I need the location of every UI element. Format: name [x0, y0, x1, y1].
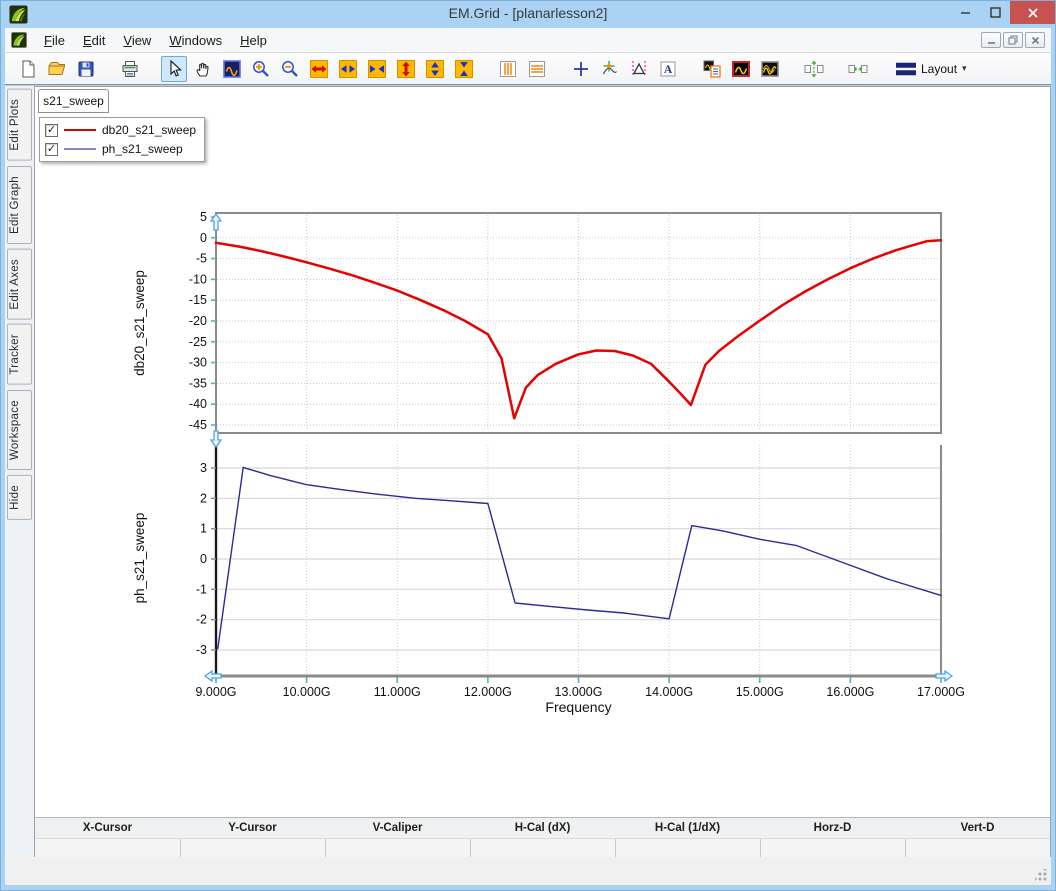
cursor-column-header: H-Cal (1/dX)	[615, 818, 760, 838]
tab-s21-sweep[interactable]: s21_sweep	[38, 89, 109, 113]
x-tick-label: 10.000G	[283, 685, 331, 699]
cursor-value-cell	[760, 839, 905, 859]
y-tick-label: -5	[196, 252, 207, 266]
x-tick-label: 17.000G	[917, 685, 965, 699]
cursor-column-header: Vert-D	[905, 818, 1050, 838]
cursor-column-header: Horz-D	[760, 818, 905, 838]
x-tick-label: 11.000G	[374, 685, 421, 699]
y-tick-label: -2	[196, 613, 207, 627]
y-tick-label: -25	[189, 335, 207, 349]
y-tick-label: -15	[189, 293, 207, 307]
y-tick-label: 2	[200, 491, 207, 505]
x-axis-handle-left[interactable]	[205, 671, 221, 681]
cursor-value-cell	[325, 839, 470, 859]
cursor-header-row: X-CursorY-CursorV-CaliperH-Cal (dX)H-Cal…	[35, 818, 1050, 838]
x-tick-label: 16.000G	[826, 685, 874, 699]
legend-row: ✓ ph_s21_sweep	[45, 142, 196, 156]
cursor-column-header: X-Cursor	[35, 818, 180, 838]
status-strip	[5, 857, 1051, 885]
y-tick-label: 1	[200, 522, 207, 536]
series-ph_s21_sweep	[218, 467, 941, 648]
cursor-value-cell	[615, 839, 760, 859]
x-tick-label: 15.000G	[736, 685, 784, 699]
legend-checkbox[interactable]: ✓	[45, 124, 58, 137]
legend-box: ✓ db20_s21_sweep ✓ ph_s21_sweep	[39, 117, 205, 162]
legend-entry-label: db20_s21_sweep	[102, 123, 196, 137]
ph-axis-title: ph_s21_sweep	[132, 513, 147, 604]
cursor-value-cell	[905, 839, 1050, 859]
y-tick-label: 0	[200, 552, 207, 566]
y-tick-label: -45	[189, 418, 207, 432]
x-tick-label: 13.000G	[555, 685, 603, 699]
y-tick-label: -40	[189, 397, 207, 411]
y-tick-label: 5	[200, 210, 207, 224]
y-tick-label: -30	[189, 356, 207, 370]
y-tick-label: -1	[196, 582, 207, 596]
legend-row: ✓ db20_s21_sweep	[45, 123, 196, 137]
x-tick-label: 9.000G	[195, 685, 236, 699]
cursor-column-header: V-Caliper	[325, 818, 470, 838]
x-axis-handle-right[interactable]	[936, 671, 952, 681]
y-tick-label: -3	[196, 643, 207, 657]
legend-entry-label: ph_s21_sweep	[102, 142, 183, 156]
cursor-readout-bar: X-CursorY-CursorV-CaliperH-Cal (dX)H-Cal…	[35, 817, 1050, 858]
cursor-value-row	[35, 838, 1050, 859]
cursor-value-cell	[470, 839, 615, 859]
legend-line-sample	[64, 148, 96, 150]
y-tick-label: -20	[189, 314, 207, 328]
y-tick-label: -10	[189, 272, 207, 286]
legend-checkbox[interactable]: ✓	[45, 143, 58, 156]
x-axis-title: Frequency	[545, 699, 611, 715]
cursor-column-header: H-Cal (dX)	[470, 818, 615, 838]
x-tick-label: 14.000G	[645, 685, 693, 699]
cursor-value-cell	[35, 839, 180, 859]
db20-axis-title: db20_s21_sweep	[132, 270, 147, 376]
app-window: EM.Grid - [planarlesson2] FileEditViewWi…	[0, 0, 1056, 891]
legend-line-sample	[64, 129, 96, 131]
cursor-column-header: Y-Cursor	[180, 818, 325, 838]
cursor-value-cell	[180, 839, 325, 859]
y-tick-label: 3	[200, 461, 207, 475]
resize-grip[interactable]	[1035, 869, 1047, 881]
y-tick-label: 0	[200, 231, 207, 245]
y-tick-label: -35	[189, 376, 207, 390]
x-tick-label: 12.000G	[464, 685, 512, 699]
